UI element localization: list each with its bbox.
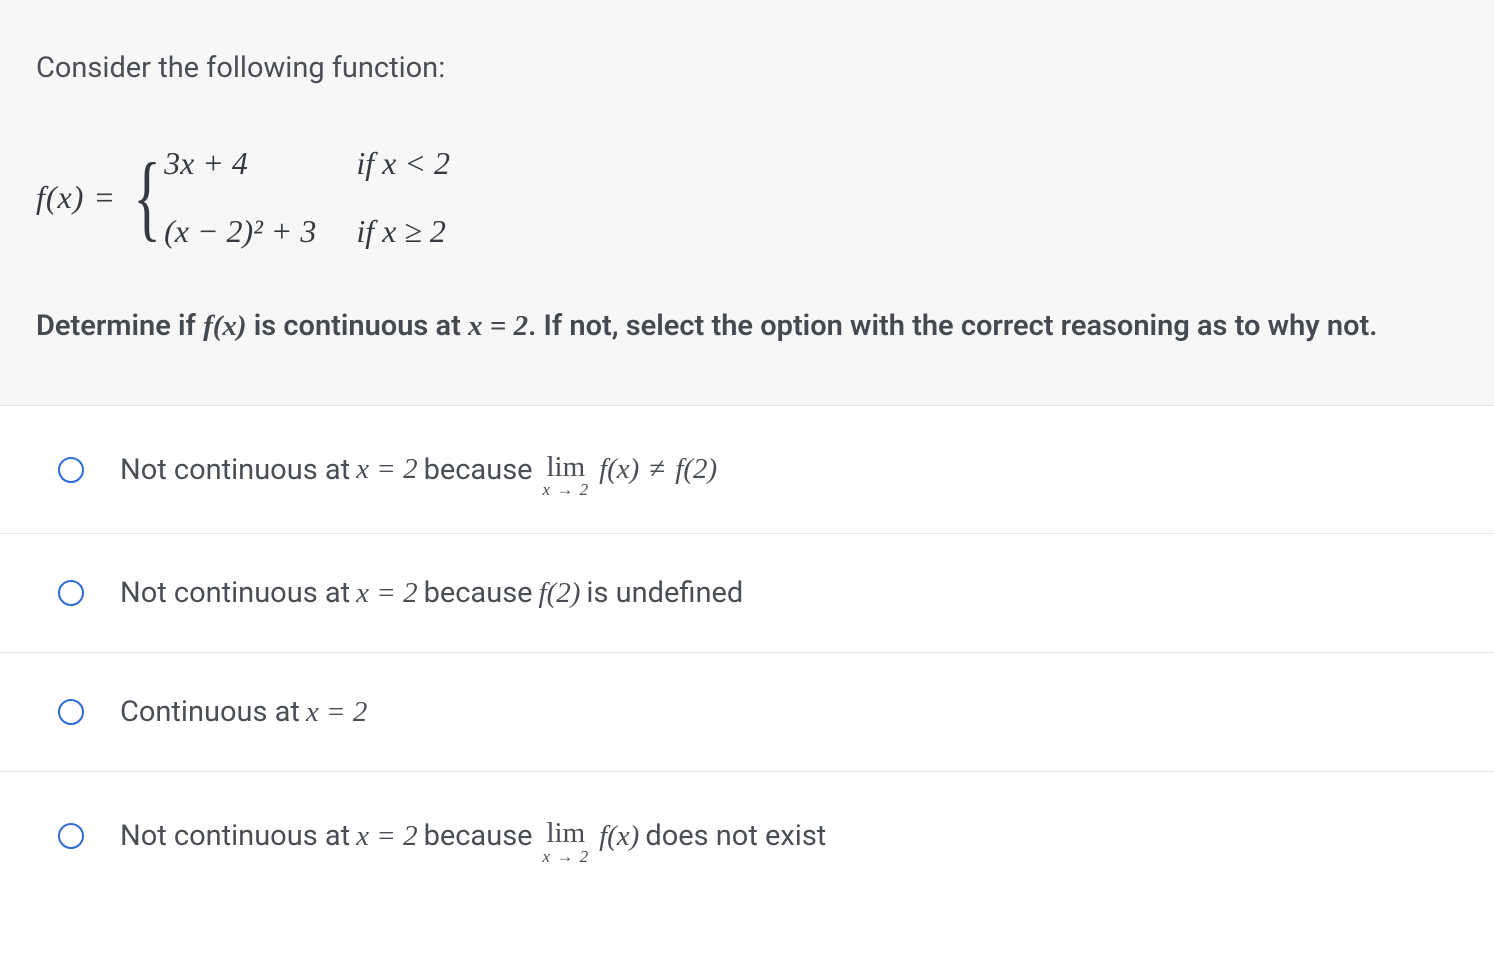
question-prompt: Determine if f(x) is continuous at x = 2…	[36, 304, 1458, 349]
opt-b-tail: is undefined	[586, 576, 743, 610]
opt-b-pre: Not continuous at	[120, 576, 350, 610]
option-a[interactable]: Not continuous at x = 2 because lim x → …	[0, 405, 1494, 533]
prompt-xeq: x = 2	[468, 310, 528, 342]
piece1-expr: 3x + 4	[164, 139, 316, 189]
opt-c-xeq: x = 2	[306, 696, 367, 729]
opt-a-neq: ≠	[649, 453, 665, 486]
lim-top: lim	[546, 820, 585, 846]
option-b-text: Not continuous at x = 2 because f(2) is …	[120, 576, 743, 610]
prompt-part3: . If not, select the option with the cor…	[528, 309, 1377, 343]
opt-a-xeq: x = 2	[356, 453, 417, 486]
opt-d-xeq: x = 2	[356, 820, 417, 853]
piece1-cond: if x < 2	[356, 139, 450, 189]
opt-d-lim: lim x → 2	[543, 820, 590, 863]
lim-bot: x → 2	[543, 849, 590, 864]
opt-a-f2: f(2)	[675, 453, 717, 486]
option-c[interactable]: Continuous at x = 2	[0, 652, 1494, 771]
opt-c-pre: Continuous at	[120, 695, 300, 729]
prompt-part2: is continuous at	[247, 309, 469, 343]
opt-a-mid: because	[424, 453, 533, 487]
lim-top: lim	[546, 454, 585, 480]
options-list: Not continuous at x = 2 because lim x → …	[0, 405, 1494, 900]
opt-b-f2: f(2)	[539, 577, 581, 610]
lim-bot: x → 2	[543, 482, 590, 497]
question-stem: Consider the following function: f(x) = …	[0, 0, 1494, 405]
opt-d-pre: Not continuous at	[120, 819, 350, 853]
radio-icon	[58, 580, 84, 606]
opt-a-pre: Not continuous at	[120, 453, 350, 487]
piece2-expr: (x − 2)² + 3	[164, 207, 316, 257]
radio-icon	[58, 457, 84, 483]
opt-d-limfx: f(x)	[599, 820, 639, 853]
opt-b-mid: because	[424, 576, 533, 610]
prompt-part1: Determine if	[36, 309, 203, 343]
fx-label: f(x) =	[36, 173, 116, 223]
piecewise-definition: f(x) = { 3x + 4 if x < 2 (x − 2)² + 3 if…	[36, 139, 1458, 256]
option-c-text: Continuous at x = 2	[120, 695, 367, 729]
left-brace: {	[133, 159, 161, 236]
option-b[interactable]: Not continuous at x = 2 because f(2) is …	[0, 533, 1494, 652]
piece2-cond: if x ≥ 2	[356, 207, 450, 257]
opt-a-lim: lim x → 2	[543, 454, 590, 497]
opt-d-tail: does not exist	[645, 819, 826, 853]
opt-d-mid: because	[424, 819, 533, 853]
option-a-text: Not continuous at x = 2 because lim x → …	[120, 448, 717, 491]
option-d-text: Not continuous at x = 2 because lim x → …	[120, 814, 826, 857]
opt-b-xeq: x = 2	[356, 577, 417, 610]
piece-grid: 3x + 4 if x < 2 (x − 2)² + 3 if x ≥ 2	[164, 139, 450, 256]
prompt-fx: f(x)	[203, 310, 246, 342]
question-card: Consider the following function: f(x) = …	[0, 0, 1494, 972]
radio-icon	[58, 699, 84, 725]
option-d[interactable]: Not continuous at x = 2 because lim x → …	[0, 771, 1494, 899]
radio-icon	[58, 823, 84, 849]
opt-a-limfx: f(x)	[599, 453, 639, 486]
intro-text: Consider the following function:	[36, 46, 1458, 91]
